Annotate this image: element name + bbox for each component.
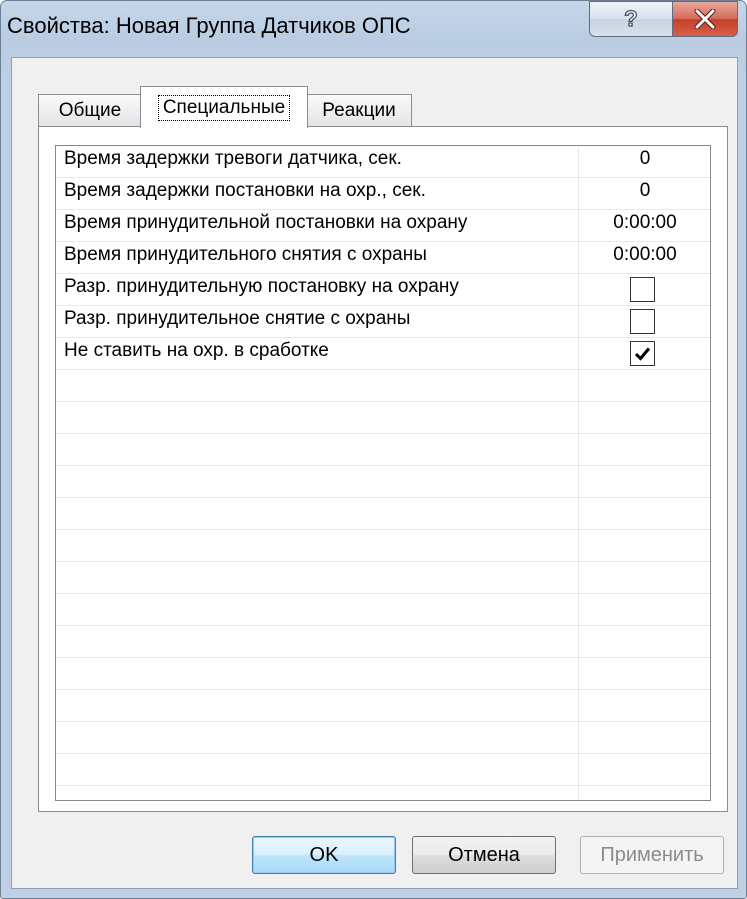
empty-row: [56, 530, 710, 562]
property-row[interactable]: Время принудительной постановки на охран…: [56, 210, 710, 242]
tab-reactions-label: Реакции: [322, 99, 396, 121]
checkbox[interactable]: [630, 277, 655, 302]
property-name: Время принудительного снятия с охраны: [64, 244, 427, 265]
tab-general[interactable]: Общие: [38, 94, 142, 126]
property-grid[interactable]: Время задержки тревоги датчика, сек. 0 В…: [55, 145, 711, 801]
help-icon: ?: [624, 7, 639, 31]
help-button[interactable]: ?: [589, 1, 673, 37]
empty-row: [56, 690, 710, 722]
empty-row: [56, 594, 710, 626]
property-row[interactable]: Разр. принудительную постановку на охран…: [56, 274, 710, 306]
empty-row: [56, 370, 710, 402]
tab-special[interactable]: Специальные: [140, 86, 308, 128]
cancel-button[interactable]: Отмена: [412, 836, 556, 874]
property-row[interactable]: Время принудительного снятия с охраны 0:…: [56, 242, 710, 274]
property-value[interactable]: 0: [580, 180, 710, 202]
window-title: Свойства: Новая Группа Датчиков ОПС: [7, 13, 411, 38]
properties-dialog: Свойства: Новая Группа Датчиков ОПС ? Об…: [0, 0, 747, 899]
property-name: Время принудительной постановки на охран…: [64, 212, 468, 233]
property-value[interactable]: 0:00:00: [580, 212, 710, 234]
tab-panel-special: Время задержки тревоги датчика, сек. 0 В…: [38, 126, 728, 812]
checkbox[interactable]: [630, 309, 655, 334]
empty-row: [56, 562, 710, 594]
empty-row: [56, 498, 710, 530]
property-value[interactable]: 0:00:00: [580, 244, 710, 266]
tab-general-label: Общие: [58, 99, 122, 121]
property-name: Время задержки постановки на охр., сек.: [64, 180, 426, 201]
empty-row: [56, 626, 710, 658]
property-value[interactable]: 0: [580, 148, 710, 170]
property-name: Время задержки тревоги датчика, сек.: [64, 148, 402, 169]
checkmark-icon: [634, 347, 651, 361]
close-button[interactable]: [672, 1, 738, 37]
tab-special-label: Специальные: [157, 94, 291, 121]
empty-row: [56, 754, 710, 786]
tab-reactions[interactable]: Реакции: [306, 94, 412, 126]
property-row[interactable]: Разр. принудительное снятие с охраны: [56, 306, 710, 338]
empty-row: [56, 658, 710, 690]
empty-row: [56, 722, 710, 754]
property-row[interactable]: Время задержки постановки на охр., сек. …: [56, 178, 710, 210]
checkbox[interactable]: [630, 341, 655, 366]
empty-row: [56, 402, 710, 434]
property-name: Разр. принудительную постановку на охран…: [64, 276, 459, 297]
apply-button[interactable]: Применить: [580, 836, 724, 874]
empty-row: [56, 434, 710, 466]
apply-button-label: Применить: [600, 843, 704, 866]
svg-text:?: ?: [624, 7, 637, 31]
close-icon: [694, 9, 716, 29]
property-name: Не ставить на охр. в сработке: [64, 340, 329, 361]
property-row[interactable]: Время задержки тревоги датчика, сек. 0: [56, 146, 710, 178]
empty-row: [56, 466, 710, 498]
property-name: Разр. принудительное снятие с охраны: [64, 308, 411, 329]
property-row[interactable]: Не ставить на охр. в сработке: [56, 338, 710, 370]
dialog-body: Общие Специальные Реакции Время задержки…: [11, 57, 738, 889]
ok-button[interactable]: OK: [252, 836, 396, 874]
title-bar[interactable]: Свойства: Новая Группа Датчиков ОПС ?: [1, 1, 746, 57]
